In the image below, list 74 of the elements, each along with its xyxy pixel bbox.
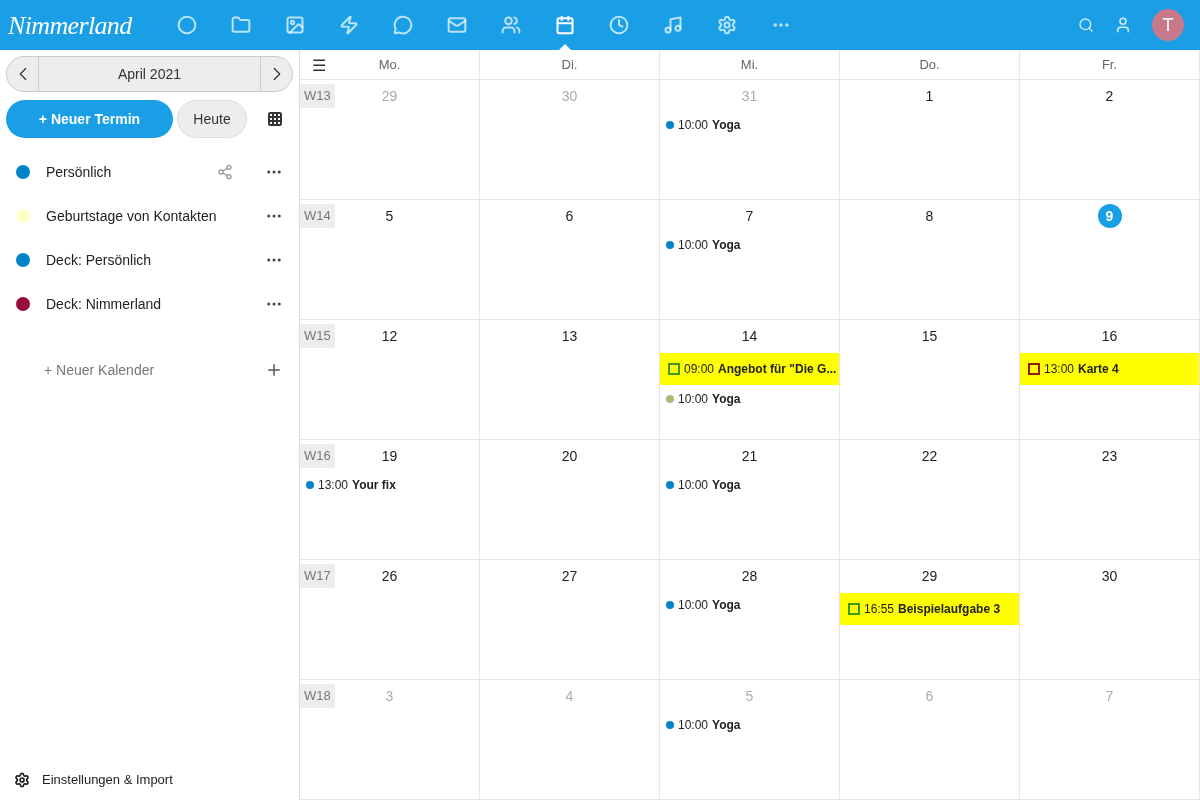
- day-number[interactable]: 14: [741, 325, 758, 346]
- week-number: W14: [300, 204, 335, 228]
- day-number[interactable]: 28: [741, 565, 758, 586]
- event-time: 10:00: [678, 477, 709, 493]
- event-title[interactable]: Yoga: [712, 597, 741, 613]
- event-title[interactable]: Your fix: [352, 477, 396, 493]
- task-event[interactable]: 13:00 Karte 4: [1020, 353, 1199, 385]
- day-number[interactable]: 7: [745, 205, 754, 226]
- event-time: 13:00: [1044, 361, 1075, 377]
- day-number[interactable]: 30: [1101, 565, 1118, 586]
- event-time: 10:00: [678, 117, 709, 133]
- event-title[interactable]: Yoga: [712, 237, 741, 253]
- event-title: Karte 4: [1078, 361, 1119, 377]
- event-time: 09:00: [684, 361, 715, 377]
- settings-icon[interactable]: [14, 772, 30, 788]
- day-number[interactable]: 16: [1101, 325, 1118, 346]
- task-event[interactable]: 16:55 Beispielaufgabe 3: [840, 593, 1019, 625]
- day-number[interactable]: 13: [561, 325, 578, 346]
- day-number[interactable]: 2: [1105, 85, 1114, 106]
- event-title[interactable]: Yoga: [712, 117, 741, 133]
- contacts-menu-icon[interactable]: [1114, 16, 1132, 34]
- calendar-name: Geburtstage von Kontakten: [46, 207, 218, 226]
- share-icon[interactable]: [217, 164, 233, 180]
- week-number: W15: [300, 324, 335, 348]
- day-number[interactable]: 22: [921, 445, 938, 466]
- event-title[interactable]: Yoga: [712, 391, 741, 407]
- event-time: 16:55: [864, 601, 895, 617]
- calendar-item[interactable]: Deck: Persönlich: [0, 238, 299, 282]
- weekday-header: Do.: [919, 55, 940, 74]
- day-number[interactable]: 12: [381, 325, 398, 346]
- week-number: W17: [300, 564, 335, 588]
- week-number: W13: [300, 84, 335, 108]
- menu-toggle[interactable]: ☰: [312, 58, 326, 74]
- calendar-item[interactable]: Geburtstage von Kontakten: [0, 194, 299, 238]
- add-icon[interactable]: [265, 361, 283, 379]
- week-number: W16: [300, 444, 335, 468]
- day-number[interactable]: 6: [565, 205, 574, 226]
- search-icon[interactable]: [1078, 17, 1094, 33]
- day-number[interactable]: 15: [921, 325, 938, 346]
- day-number[interactable]: 21: [741, 445, 758, 466]
- event-title[interactable]: Yoga: [712, 477, 741, 493]
- event-time: 10:00: [678, 391, 709, 407]
- weekday-header: Mo.: [378, 55, 401, 74]
- day-number[interactable]: 23: [1101, 445, 1118, 466]
- weekday-header: Mi.: [740, 55, 759, 74]
- day-number[interactable]: 19: [381, 445, 398, 466]
- calendar-name: Deck: Persönlich: [46, 251, 153, 270]
- settings-link[interactable]: Einstellungen & Import: [42, 770, 173, 790]
- day-number[interactable]: 29: [921, 565, 938, 586]
- weekday-header: Di.: [561, 55, 578, 74]
- event-time: 10:00: [678, 597, 709, 613]
- day-number[interactable]: 26: [381, 565, 398, 586]
- day-number[interactable]: 8: [925, 205, 934, 226]
- event-time: 10:00: [678, 717, 709, 733]
- calendar-item[interactable]: Persönlich: [0, 150, 299, 194]
- day-number[interactable]: 5: [385, 205, 394, 226]
- event-title: Beispielaufgabe 3: [898, 601, 1001, 617]
- task-event[interactable]: 09:00 Angebot für "Die G...: [660, 353, 839, 385]
- event-title[interactable]: Yoga: [712, 717, 741, 733]
- calendar-name: Persönlich: [46, 163, 113, 182]
- day-number[interactable]: 1: [925, 85, 934, 106]
- event-time: 10:00: [678, 237, 709, 253]
- week-number: W18: [300, 684, 335, 708]
- weekday-header: Fr.: [1101, 55, 1118, 74]
- day-number[interactable]: 27: [561, 565, 578, 586]
- calendar-name: Deck: Nimmerland: [46, 295, 163, 314]
- event-time: 13:00: [318, 477, 349, 493]
- today-button[interactable]: Heute: [177, 100, 247, 138]
- grid-view-icon[interactable]: [267, 111, 283, 127]
- month-label[interactable]: April 2021: [39, 57, 260, 91]
- calendar-item[interactable]: Deck: Nimmerland: [0, 282, 299, 326]
- event-title: Angebot für "Die G...: [718, 361, 837, 377]
- day-number[interactable]: 20: [561, 445, 578, 466]
- new-calendar-link[interactable]: + Neuer Kalender: [44, 360, 265, 380]
